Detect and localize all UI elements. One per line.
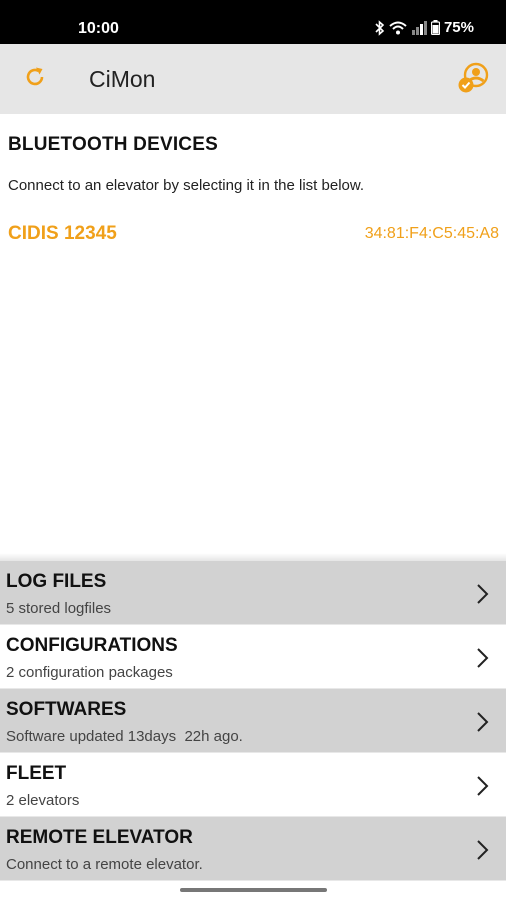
app-title: CiMon bbox=[89, 66, 156, 92]
battery-percent: 75% bbox=[443, 19, 474, 36]
app-bar: CiMon bbox=[0, 44, 506, 114]
menu-item-subtitle: 5 stored logfiles bbox=[6, 600, 112, 617]
menu-item-softwares[interactable]: SOFTWARES Software updated 13days 22h ag… bbox=[0, 689, 506, 753]
device-mac-address: 34:81:F4:C5:45:A8 bbox=[364, 225, 499, 242]
menu-item-configurations[interactable]: CONFIGURATIONS 2 configuration packages bbox=[0, 625, 506, 689]
account-button[interactable] bbox=[456, 62, 490, 96]
menu-item-title: FLEET bbox=[6, 763, 67, 784]
menu-item-subtitle: Software updated 13days 22h ago. bbox=[6, 728, 243, 745]
menu-item-title: SOFTWARES bbox=[6, 699, 127, 720]
system-nav-bar bbox=[0, 881, 506, 900]
menu-item-title: REMOTE ELEVATOR bbox=[6, 827, 193, 848]
menu-shadow bbox=[0, 553, 506, 561]
chevron-right-icon bbox=[476, 839, 490, 861]
refresh-button[interactable] bbox=[20, 64, 50, 94]
home-indicator[interactable] bbox=[180, 888, 327, 892]
chevron-right-icon bbox=[476, 647, 490, 669]
chevron-right-icon bbox=[476, 711, 490, 733]
menu-item-subtitle: 2 configuration packages bbox=[6, 664, 173, 681]
bluetooth-section: BLUETOOTH DEVICES Connect to an elevator… bbox=[0, 114, 506, 560]
section-title: BLUETOOTH DEVICES bbox=[8, 134, 218, 155]
refresh-icon bbox=[23, 65, 47, 94]
main-menu: LOG FILES 5 stored logfiles CONFIGURATIO… bbox=[0, 561, 506, 881]
chevron-right-icon bbox=[476, 583, 490, 605]
menu-item-subtitle: Connect to a remote elevator. bbox=[6, 856, 203, 873]
battery-icon bbox=[430, 20, 440, 35]
signal-icon bbox=[411, 20, 427, 35]
section-description: Connect to an elevator by selecting it i… bbox=[8, 177, 365, 194]
account-check-icon bbox=[456, 62, 490, 100]
status-bar: 10:00 75% bbox=[0, 0, 506, 44]
status-icons: 75% bbox=[375, 19, 474, 36]
chevron-right-icon bbox=[476, 775, 490, 797]
status-time: 10:00 bbox=[78, 20, 119, 37]
menu-item-remote-elevator[interactable]: REMOTE ELEVATOR Connect to a remote elev… bbox=[0, 817, 506, 881]
device-name: CIDIS 12345 bbox=[8, 223, 117, 244]
menu-item-fleet[interactable]: FLEET 2 elevators bbox=[0, 753, 506, 817]
menu-item-log-files[interactable]: LOG FILES 5 stored logfiles bbox=[0, 561, 506, 625]
bluetooth-icon bbox=[375, 19, 385, 36]
wifi-icon bbox=[389, 21, 407, 35]
menu-item-title: LOG FILES bbox=[6, 571, 107, 592]
menu-item-subtitle: 2 elevators bbox=[6, 792, 80, 809]
device-list-item[interactable]: CIDIS 12345 34:81:F4:C5:45:A8 bbox=[0, 214, 506, 256]
menu-item-title: CONFIGURATIONS bbox=[6, 635, 178, 656]
